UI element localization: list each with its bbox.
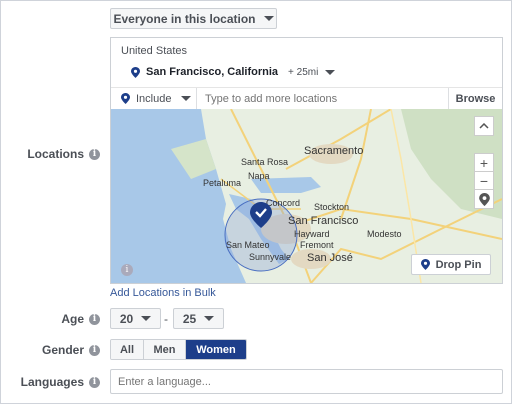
audience-type-dropdown[interactable]: Everyone in this location [110, 8, 277, 29]
location-search-row: Include Browse [111, 87, 502, 109]
country-label: United States [121, 45, 188, 57]
location-pin-icon [131, 66, 140, 78]
age-max-dropdown[interactable]: 25 [173, 308, 224, 329]
location-pin-icon [121, 93, 130, 104]
selected-location-marker-icon[interactable] [250, 202, 272, 228]
map-city-label: Fremont [300, 240, 334, 250]
location-pin-icon [420, 259, 430, 270]
locate-icon[interactable] [474, 189, 494, 209]
collapse-map-icon[interactable] [474, 116, 494, 136]
location-panel: United States San Francisco, California … [110, 37, 503, 284]
map-view[interactable]: Sacramento Santa Rosa Napa Petaluma Conc… [111, 109, 502, 283]
chevron-down-icon [325, 69, 336, 75]
map-info-icon[interactable]: i [121, 264, 133, 276]
chevron-down-icon [263, 16, 274, 21]
info-icon[interactable]: i [89, 148, 100, 160]
location-search-input[interactable] [205, 92, 445, 105]
audience-type-label: Everyone in this location [113, 11, 256, 26]
map-city-label: Sacramento [304, 145, 364, 157]
include-dropdown[interactable]: Include [111, 88, 197, 109]
age-min-dropdown[interactable]: 20 [110, 308, 161, 329]
browse-button[interactable]: Browse [448, 88, 502, 109]
add-locations-bulk-link[interactable]: Add Locations in Bulk [110, 287, 216, 299]
gender-option-all[interactable]: All [111, 340, 144, 359]
chevron-down-icon [141, 316, 152, 321]
map-city-label: San José [307, 252, 353, 264]
drop-pin-button[interactable]: Drop Pin [411, 254, 491, 275]
info-icon[interactable]: i [89, 313, 100, 325]
gender-option-men[interactable]: Men [144, 340, 186, 359]
age-label: Age i [20, 312, 100, 326]
info-icon[interactable]: i [89, 344, 100, 356]
map-city-label: Napa [248, 171, 270, 181]
map-city-label: Petaluma [203, 178, 242, 188]
chevron-down-icon [181, 96, 192, 101]
language-input[interactable] [110, 369, 503, 394]
map-city-label: Modesto [367, 229, 402, 239]
zoom-in-icon[interactable]: + [474, 153, 494, 173]
gender-label: Gender i [20, 343, 100, 357]
map-city-label: Hayward [294, 229, 330, 239]
languages-label: Languages i [20, 375, 100, 389]
map-city-label: San Francisco [288, 215, 359, 227]
gender-selector: All Men Women [110, 339, 247, 360]
zoom-out-icon[interactable]: − [474, 171, 494, 191]
map-city-label: Santa Rosa [241, 157, 289, 167]
city-name: San Francisco, California [146, 66, 279, 78]
locations-label: Locations i [20, 147, 100, 161]
info-icon[interactable]: i [89, 376, 100, 388]
chevron-down-icon [204, 316, 215, 321]
map-city-label: Sunnyvale [249, 252, 292, 262]
gender-option-women[interactable]: Women [186, 340, 246, 359]
radius-dropdown[interactable]: + 25mi [288, 67, 336, 78]
age-separator: - [164, 312, 168, 326]
map-city-label: San Mateo [226, 240, 270, 250]
map-city-label: Stockton [314, 202, 350, 212]
selected-location[interactable]: San Francisco, California + 25mi [131, 66, 336, 78]
